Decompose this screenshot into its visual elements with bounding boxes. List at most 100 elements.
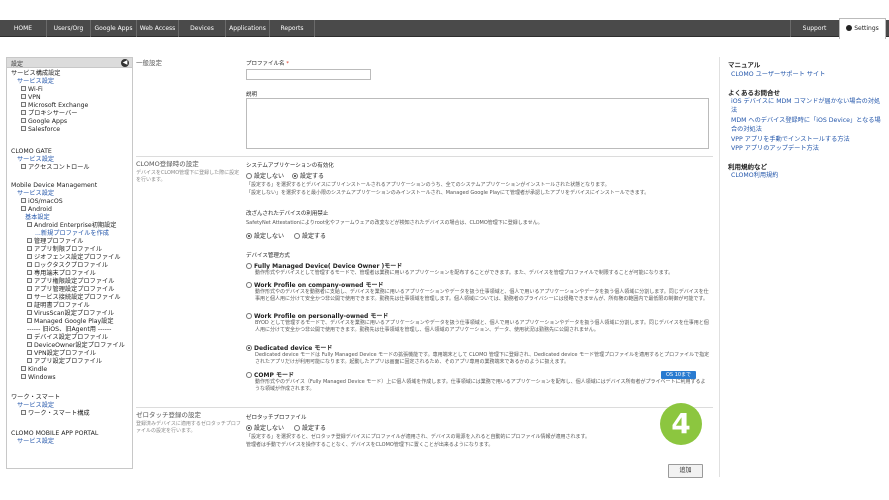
faq-link-1[interactable]: iOS デバイスに MDM コマンドが届かない場合の対処法 <box>731 98 883 115</box>
profile-name-input[interactable] <box>246 69 371 80</box>
mgmt-option-radio[interactable]: Dedicated device モード <box>246 343 332 352</box>
sidebar-item[interactable]: 専用端末プロファイル <box>27 269 96 278</box>
description-textarea[interactable] <box>246 98 709 149</box>
sysapp-off-radio[interactable]: 設定しない <box>246 171 284 180</box>
tamper-on-radio[interactable]: 設定する <box>294 231 326 240</box>
sidebar-item[interactable]: プロキシサーバー <box>21 109 77 118</box>
mgmt-option-radio[interactable]: COMP モード <box>246 370 294 379</box>
sidebar-label: 管理プロファイル <box>34 238 84 245</box>
sidebar-link[interactable]: サービス設定 <box>17 438 54 446</box>
sidebar-item[interactable]: iOS/macOS <box>21 197 63 206</box>
sidebar-item[interactable]: アプリ設定プロファイル <box>27 357 103 366</box>
tree-toggle-icon[interactable] <box>27 301 32 307</box>
tree-toggle-icon[interactable] <box>27 285 32 291</box>
sidebar-item[interactable]: Windows <box>21 373 56 382</box>
sidebar-item[interactable]: デバイス設定プロファイル <box>27 333 108 342</box>
zt-on-radio[interactable]: 設定する <box>294 423 326 432</box>
mgmt-option-desc: 動作形式やデバイスとして管理するモードで、管理者は業務に用いるアプリケーションを… <box>255 270 674 276</box>
sidebar-label: Microsoft Exchange <box>28 102 89 109</box>
tree-toggle-icon[interactable] <box>21 125 26 131</box>
sidebar-item[interactable]: サービス接続設定プロファイル <box>27 293 121 302</box>
sidebar-item[interactable]: Android <box>21 205 52 214</box>
tree-toggle-icon[interactable] <box>27 333 32 339</box>
nav-reports[interactable]: Reports <box>270 20 315 37</box>
sidebar-item[interactable]: ロックタスクプロファイル <box>27 261 108 270</box>
tree-toggle-icon[interactable] <box>27 309 32 315</box>
tree-toggle-icon[interactable] <box>21 163 26 169</box>
faq-link-4[interactable]: VPP アプリのアップデート方法 <box>731 145 883 154</box>
sidebar-label: 基本設定 <box>25 214 50 221</box>
mgmt-option-radio[interactable]: Work Profile on personally-owned モード <box>246 311 388 320</box>
sidebar-label: iOS/macOS <box>28 198 63 205</box>
sidebar-item[interactable]: Microsoft Exchange <box>21 101 89 110</box>
tree-toggle-icon[interactable] <box>27 293 32 299</box>
tree-toggle-icon[interactable] <box>27 245 32 251</box>
faq-link-2[interactable]: MDM へのデバイス登録時に「iOS Device」となる場合の対処法 <box>731 117 883 134</box>
tree-toggle-icon[interactable] <box>21 205 26 211</box>
sidebar-label: 専用端末プロファイル <box>34 270 96 277</box>
tree-toggle-icon[interactable] <box>21 93 26 99</box>
tamper-off-radio[interactable]: 設定しない <box>246 231 284 240</box>
tree-toggle-icon[interactable] <box>27 269 32 275</box>
sidebar-item[interactable]: Google Apps <box>21 117 67 126</box>
nav-applications[interactable]: Applications <box>226 20 270 37</box>
tree-toggle-icon[interactable] <box>27 357 32 363</box>
mgmt-option-radio[interactable]: Fully Managed Device( Device Owner )モード <box>246 261 402 270</box>
tree-toggle-icon[interactable] <box>27 253 32 259</box>
add-button[interactable]: 追加 <box>668 464 703 478</box>
tree-toggle-icon[interactable] <box>21 101 26 107</box>
tree-toggle-icon[interactable] <box>27 277 32 283</box>
nav-devices[interactable]: Devices <box>179 20 226 37</box>
nav-users-org[interactable]: Users/Org <box>47 20 91 37</box>
tree-toggle-icon[interactable] <box>27 341 32 347</box>
sidebar-item[interactable]: 証明書プロファイル <box>27 301 90 310</box>
tree-toggle-icon[interactable] <box>27 221 32 227</box>
tree-toggle-icon[interactable] <box>21 117 26 123</box>
tree-toggle-icon[interactable] <box>27 317 32 323</box>
manual-link[interactable]: CLOMO ユーザーサポート サイト <box>731 71 883 80</box>
sidebar-link[interactable]: ...新規プロファイルを作成 <box>35 230 109 238</box>
sidebar-item[interactable]: アクセスコントロール <box>21 163 90 172</box>
mgmt-option-radio[interactable]: Work Profile on company-owned モード <box>246 280 384 289</box>
sidebar-category: サービス構成設定 <box>11 70 61 78</box>
zt-help-2: 管理者は手動でデバイスを操作することなく、デバイスをCLOMO管理下に置くことが… <box>246 442 494 448</box>
sidebar-item[interactable]: VirusScan設定プロファイル <box>27 309 114 318</box>
nav-support[interactable]: Support <box>790 20 838 37</box>
sidebar-item[interactable]: アプリ管理設定プロファイル <box>27 285 114 294</box>
sidebar-item[interactable]: Managed Google Play設定 <box>27 317 114 326</box>
zt-off-radio[interactable]: 設定しない <box>246 423 284 432</box>
tree-toggle-icon[interactable] <box>27 349 32 355</box>
sidebar-item[interactable]: 管理プロファイル <box>27 237 84 246</box>
sidebar-item[interactable]: アプリ制限プロファイル <box>27 245 102 254</box>
terms-link[interactable]: CLOMO利用規約 <box>731 172 883 181</box>
sidebar-label: アプリ設定プロファイル <box>34 358 103 365</box>
tree-toggle-icon[interactable] <box>21 373 26 379</box>
sidebar-item[interactable]: VPN設定プロファイル <box>27 349 96 358</box>
nav-google-apps[interactable]: Google Apps <box>91 20 137 37</box>
sidebar-item[interactable]: アプリ権限設定プロファイル <box>27 277 114 286</box>
nav-web-access[interactable]: Web Access <box>137 20 179 37</box>
sidebar-item[interactable]: ジオフェンス設定プロファイル <box>27 253 121 262</box>
tree-toggle-icon[interactable] <box>21 85 26 91</box>
tree-toggle-icon[interactable] <box>27 261 32 267</box>
sidebar-item[interactable]: ------ 旧iOS、旧Agent用 ------ <box>27 326 111 334</box>
sidebar-item[interactable]: Android Enterprise初期設定 <box>27 221 116 230</box>
general-section-label: 一般設定 <box>136 59 162 67</box>
tree-toggle-icon[interactable] <box>21 197 26 203</box>
tree-toggle-icon[interactable] <box>21 365 26 371</box>
nav-settings[interactable]: Settings <box>839 18 886 39</box>
tree-toggle-icon[interactable] <box>27 237 32 243</box>
sidebar-category: Mobile Device Management <box>11 182 97 190</box>
tree-toggle-icon[interactable] <box>21 409 26 415</box>
zerotouch-section-label: ゼロタッチ登録の設定 <box>136 411 201 419</box>
nav-home[interactable]: HOME <box>0 20 47 37</box>
tamper-label: 改ざんされたデバイスの利用禁止 <box>246 211 329 217</box>
tree-toggle-icon[interactable] <box>21 109 26 115</box>
sidebar-label: Salesforce <box>28 126 61 133</box>
zt-help-1: 「設定する」を選択すると、ゼロタッチ登録デバイスにプロファイルが適用され、デバイ… <box>246 434 591 440</box>
sidebar-item[interactable]: Salesforce <box>21 125 61 134</box>
sidebar-item[interactable]: DeviceOwner設定プロファイル <box>27 341 125 350</box>
sysapp-on-radio[interactable]: 設定する <box>292 171 324 180</box>
faq-link-3[interactable]: VPP アプリを手動でインストールする方法 <box>731 136 883 145</box>
sidebar-item[interactable]: ワーク・スマート構成 <box>21 409 90 418</box>
